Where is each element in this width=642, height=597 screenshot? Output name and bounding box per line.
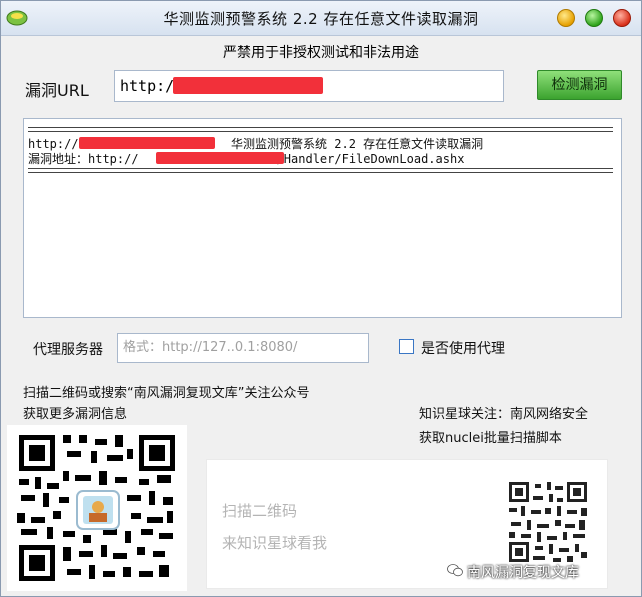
output-separator <box>28 168 613 173</box>
redaction-mark <box>173 77 323 94</box>
watermark-text: 南风漏洞复现文库 <box>467 565 579 581</box>
close-button[interactable] <box>613 9 631 27</box>
title-bar: 华测监测预警系统 2.2 存在任意文件读取漏洞 <box>1 1 641 36</box>
wechat-qr-code <box>7 425 187 591</box>
app-window: 华测监测预警系统 2.2 存在任意文件读取漏洞 严禁用于非授权测试和非法用途 漏… <box>0 0 642 597</box>
planet-text: 知识星球关注：南风网络安全 <box>419 407 589 422</box>
wechat-icon <box>447 564 463 577</box>
redaction-mark <box>79 137 215 149</box>
proxy-label: 代理服务器 <box>33 342 103 358</box>
warning-text: 严禁用于非授权测试和非法用途 <box>223 45 419 61</box>
minimize-button[interactable] <box>557 9 575 27</box>
proxy-input[interactable]: 格式：http://127..0.1:8080/ <box>117 333 369 363</box>
window-title: 华测监测预警系统 2.2 存在任意文件读取漏洞 <box>163 10 479 28</box>
qr-code-icon <box>7 425 187 591</box>
redaction-mark <box>156 152 284 164</box>
output-separator <box>28 127 613 132</box>
use-proxy-checkbox[interactable] <box>399 339 414 354</box>
url-label: 漏洞URL <box>25 81 89 100</box>
planet-card-text: 来知识星球看我 <box>222 534 328 552</box>
output-textarea[interactable]: http:// 华测监测预警系统 2.2 存在任意文件读取漏洞 漏洞地址：htt… <box>23 118 622 318</box>
promo-text: 获取更多漏洞信息 <box>23 407 128 422</box>
maximize-button[interactable] <box>585 9 603 27</box>
promo-text: 扫描二维码或搜索“南风漏洞复现文库”关注公众号 <box>23 386 310 401</box>
detect-vuln-button[interactable]: 检测漏洞 <box>537 70 622 100</box>
use-proxy-label[interactable]: 是否使用代理 <box>421 338 505 358</box>
url-input[interactable]: http:// <box>114 70 504 102</box>
planet-qr-code-icon <box>507 480 589 564</box>
planet-card-text: 扫描二维码 <box>222 502 298 520</box>
planet-text: 获取nuclei批量扫描脚本 <box>419 431 562 446</box>
